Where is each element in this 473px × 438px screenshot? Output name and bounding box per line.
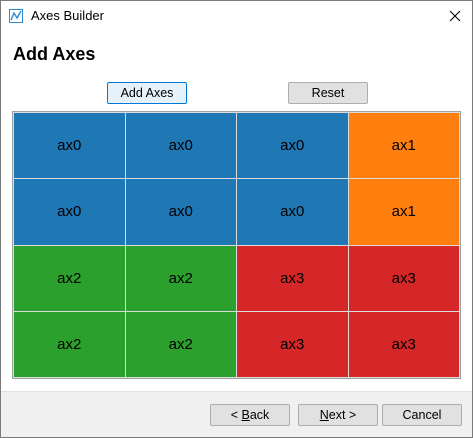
grid-cell[interactable]: ax1 — [348, 113, 459, 179]
back-label-mnemonic: B — [241, 408, 250, 422]
grid-cell[interactable]: ax2 — [14, 245, 125, 311]
back-button[interactable]: < Back — [210, 404, 290, 426]
next-label-rest: ext > — [328, 408, 357, 422]
back-label-prefix: < — [230, 408, 242, 422]
dialog-footer: < Back Next > Cancel — [1, 391, 472, 437]
axes-builder-window: Axes Builder Add Axes Add Axes Reset ax0… — [0, 0, 473, 438]
next-label-mnemonic: N — [319, 408, 329, 422]
title-bar: Axes Builder — [1, 1, 472, 31]
grid-cell[interactable]: ax0 — [14, 113, 125, 179]
chart-icon — [9, 9, 23, 23]
grid-cell[interactable]: ax3 — [237, 245, 348, 311]
close-button[interactable] — [438, 1, 472, 31]
axes-grid-frame: ax0 ax0 ax0 ax1 ax0 ax0 ax0 ax1 ax2 ax2 ax3 ax3 ax2 a… — [12, 111, 461, 379]
back-label-rest: ack — [249, 408, 270, 422]
grid-cell[interactable]: ax1 — [348, 179, 459, 245]
grid-cell[interactable]: ax3 — [237, 311, 348, 377]
grid-cell[interactable]: ax0 — [237, 179, 348, 245]
cancel-button[interactable]: Cancel — [382, 404, 462, 426]
page-title: Add Axes — [13, 44, 96, 64]
close-icon — [449, 10, 461, 22]
grid-cell[interactable]: ax0 — [237, 113, 348, 179]
add-axes-button[interactable]: Add Axes — [107, 82, 187, 104]
grid-cell[interactable]: ax3 — [348, 311, 459, 377]
grid-cell[interactable]: ax3 — [348, 245, 459, 311]
grid-cell[interactable]: ax0 — [125, 179, 236, 245]
next-button[interactable]: Next > — [298, 404, 378, 426]
grid-cell[interactable]: ax2 — [14, 311, 125, 377]
grid-cell[interactable]: ax0 — [125, 113, 236, 179]
grid-cell[interactable]: ax2 — [125, 311, 236, 377]
grid-cell[interactable]: ax2 — [125, 245, 236, 311]
grid-cell[interactable]: ax0 — [14, 179, 125, 245]
reset-button[interactable]: Reset — [288, 82, 368, 104]
window-title: Axes Builder — [31, 8, 104, 23]
axes-grid[interactable]: ax0 ax0 ax0 ax1 ax0 ax0 ax0 ax1 ax2 ax2 ax3 ax3 ax2 a… — [14, 113, 459, 377]
